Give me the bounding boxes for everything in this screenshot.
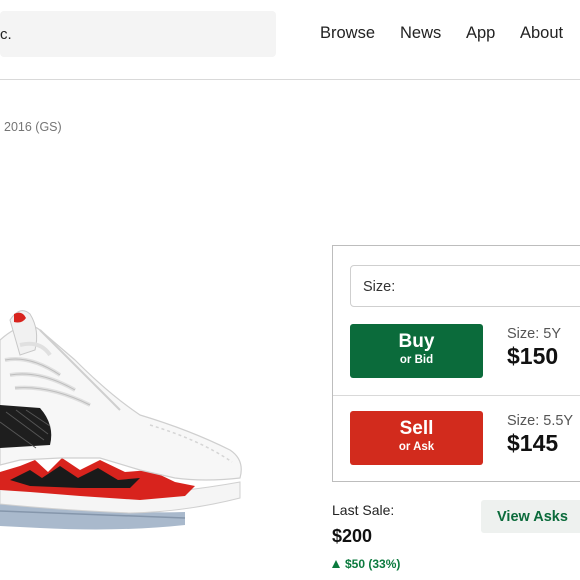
search-input-text: c. xyxy=(0,26,12,43)
nav-browse[interactable]: Browse xyxy=(320,24,375,43)
last-sale-label: Last Sale: xyxy=(332,502,395,518)
highest-bid-size: Size: 5.5Y xyxy=(507,413,574,429)
nav-news[interactable]: News xyxy=(400,24,441,43)
up-arrow-icon xyxy=(332,560,340,568)
sell-button-label: Sell xyxy=(399,418,434,439)
buy-button-label: Buy xyxy=(398,331,435,352)
sell-button-sublabel: or Ask xyxy=(398,441,435,453)
lowest-ask-block: Size: 5Y $150 xyxy=(507,326,561,370)
buy-button-sublabel: or Bid xyxy=(399,354,434,366)
highest-bid-block: Size: 5.5Y $145 xyxy=(507,413,573,457)
product-subtitle: 2016 (GS) xyxy=(4,120,62,134)
last-sale-price: $200 xyxy=(332,526,373,546)
highest-bid-price: $145 xyxy=(507,430,559,456)
sneaker-image xyxy=(0,310,242,530)
nav-about[interactable]: About xyxy=(520,24,563,43)
site-header: c. Browse News App About xyxy=(0,0,580,80)
last-sale-change: $50 (33%) xyxy=(332,557,400,571)
buy-button[interactable]: Buy or Bid xyxy=(350,324,483,378)
search-input[interactable]: c. xyxy=(0,11,276,57)
nav-app[interactable]: App xyxy=(466,24,495,43)
purchase-panel: Size: Buy or Bid Size: 5Y $150 Sell or A… xyxy=(332,245,580,482)
lowest-ask-price: $150 xyxy=(507,343,559,369)
panel-divider xyxy=(333,395,580,396)
lowest-ask-size: Size: 5Y xyxy=(507,326,561,342)
size-select-label: Size: xyxy=(363,279,396,295)
size-select[interactable]: Size: xyxy=(350,265,580,307)
last-sale-change-value: $50 (33%) xyxy=(345,557,401,571)
view-asks-button[interactable]: View Asks xyxy=(481,500,580,533)
sell-button[interactable]: Sell or Ask xyxy=(350,411,483,465)
